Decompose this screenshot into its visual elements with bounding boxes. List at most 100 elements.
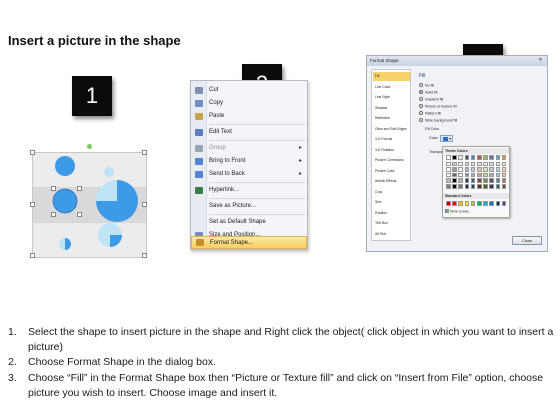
color-swatch[interactable]: [477, 155, 482, 160]
color-swatch[interactable]: [483, 172, 488, 178]
color-swatch[interactable]: [464, 201, 470, 206]
color-swatch[interactable]: [501, 167, 507, 172]
fill-option-no-fill[interactable]: No fill: [419, 83, 434, 88]
color-swatch[interactable]: [477, 161, 482, 167]
resize-handle[interactable]: [77, 186, 82, 191]
color-swatch[interactable]: [470, 178, 476, 183]
resize-handle[interactable]: [142, 253, 147, 258]
category-item[interactable]: 3-D Format: [373, 135, 410, 144]
color-swatch[interactable]: [477, 184, 482, 189]
color-swatch[interactable]: [464, 184, 470, 189]
fill-color-button[interactable]: ▾: [440, 135, 453, 142]
color-swatch[interactable]: [446, 161, 451, 167]
color-swatch[interactable]: [470, 167, 476, 172]
menu-item-save-as-picture[interactable]: Save as Picture...: [191, 200, 307, 213]
color-swatch[interactable]: [489, 167, 494, 172]
color-swatch[interactable]: [489, 184, 494, 189]
color-swatch[interactable]: [452, 167, 457, 172]
resize-handle[interactable]: [51, 212, 56, 217]
resize-handle[interactable]: [30, 150, 35, 155]
resize-handle[interactable]: [142, 150, 147, 155]
color-swatch[interactable]: [501, 155, 507, 160]
rotation-handle[interactable]: [87, 144, 92, 149]
resize-handle[interactable]: [77, 212, 82, 217]
color-swatch[interactable]: [458, 201, 463, 206]
color-swatch[interactable]: [483, 201, 488, 206]
color-swatch[interactable]: [495, 155, 501, 160]
color-swatch[interactable]: [446, 178, 451, 183]
menu-item-bring-to-front[interactable]: Bring to Front ▸: [191, 155, 307, 168]
color-swatch[interactable]: [464, 172, 470, 178]
category-item[interactable]: Artistic Effects: [373, 177, 410, 186]
color-swatch[interactable]: [464, 167, 470, 172]
color-swatch[interactable]: [458, 172, 463, 178]
color-swatch[interactable]: [483, 161, 488, 167]
color-swatch[interactable]: [446, 172, 451, 178]
menu-item-edit-text[interactable]: Edit Text: [191, 126, 307, 139]
color-swatch[interactable]: [464, 155, 470, 160]
category-item[interactable]: Crop: [373, 188, 410, 197]
menu-item-send-to-back[interactable]: Send to Back ▸: [191, 168, 307, 181]
resize-handle[interactable]: [30, 253, 35, 258]
color-swatch[interactable]: [495, 201, 501, 206]
category-item[interactable]: Position: [373, 209, 410, 218]
color-swatch[interactable]: [452, 155, 457, 160]
more-colors-link[interactable]: More Colors...: [445, 209, 471, 214]
color-swatch[interactable]: [489, 178, 494, 183]
color-swatch[interactable]: [477, 167, 482, 172]
category-item-fill[interactable]: Fill: [373, 72, 410, 81]
resize-handle[interactable]: [51, 186, 56, 191]
color-swatch[interactable]: [458, 178, 463, 183]
color-swatch[interactable]: [452, 201, 457, 206]
category-item[interactable]: Text Box: [373, 219, 410, 228]
color-swatch[interactable]: [489, 201, 494, 206]
color-swatch[interactable]: [495, 178, 501, 183]
menu-item-copy[interactable]: Copy: [191, 97, 307, 110]
pie-circle[interactable]: [55, 156, 75, 176]
color-swatch[interactable]: [495, 161, 501, 167]
close-icon[interactable]: ✕: [536, 57, 545, 64]
color-swatch[interactable]: [470, 172, 476, 178]
color-swatch[interactable]: [483, 178, 488, 183]
color-swatch[interactable]: [446, 155, 451, 160]
category-item[interactable]: Glow and Soft Edges: [373, 125, 410, 134]
color-swatch[interactable]: [495, 184, 501, 189]
color-swatch[interactable]: [470, 184, 476, 189]
color-swatch[interactable]: [489, 161, 494, 167]
category-item[interactable]: Line Color: [373, 83, 410, 92]
category-item[interactable]: Picture Corrections: [373, 156, 410, 165]
category-item[interactable]: Picture Color: [373, 167, 410, 176]
color-swatch[interactable]: [464, 178, 470, 183]
menu-item-cut[interactable]: Cut: [191, 84, 307, 97]
color-swatch[interactable]: [446, 201, 451, 206]
color-swatch[interactable]: [483, 167, 488, 172]
color-swatch[interactable]: [477, 201, 482, 206]
menu-item-paste[interactable]: Paste: [191, 110, 307, 123]
color-swatch[interactable]: [489, 155, 494, 160]
category-item[interactable]: Shadow: [373, 104, 410, 113]
color-swatch[interactable]: [495, 167, 501, 172]
fill-option-solid-fill[interactable]: Solid fill: [419, 90, 437, 95]
resize-handle[interactable]: [142, 202, 147, 207]
color-swatch[interactable]: [489, 172, 494, 178]
resize-handle[interactable]: [30, 202, 35, 207]
color-swatch[interactable]: [470, 161, 476, 167]
color-swatch[interactable]: [477, 172, 482, 178]
color-swatch[interactable]: [483, 184, 488, 189]
category-item[interactable]: 3-D Rotation: [373, 146, 410, 155]
color-swatch[interactable]: [458, 184, 463, 189]
menu-item-hyperlink[interactable]: Hyperlink...: [191, 184, 307, 197]
dialog-close-button[interactable]: Close: [512, 236, 542, 245]
color-swatch[interactable]: [483, 155, 488, 160]
pie-circle[interactable]: [104, 167, 114, 177]
fill-option-picture-texture[interactable]: Picture or texture fill: [419, 104, 457, 109]
color-swatch[interactable]: [452, 161, 457, 167]
color-swatch[interactable]: [452, 178, 457, 183]
fill-option-pattern-fill[interactable]: Pattern fill: [419, 111, 441, 116]
fill-option-slide-background[interactable]: Slide background fill: [419, 118, 457, 123]
color-swatch[interactable]: [470, 155, 476, 160]
color-swatch[interactable]: [477, 178, 482, 183]
color-swatch[interactable]: [458, 155, 463, 160]
color-swatch[interactable]: [501, 201, 507, 206]
category-item[interactable]: Alt Text: [373, 230, 410, 239]
